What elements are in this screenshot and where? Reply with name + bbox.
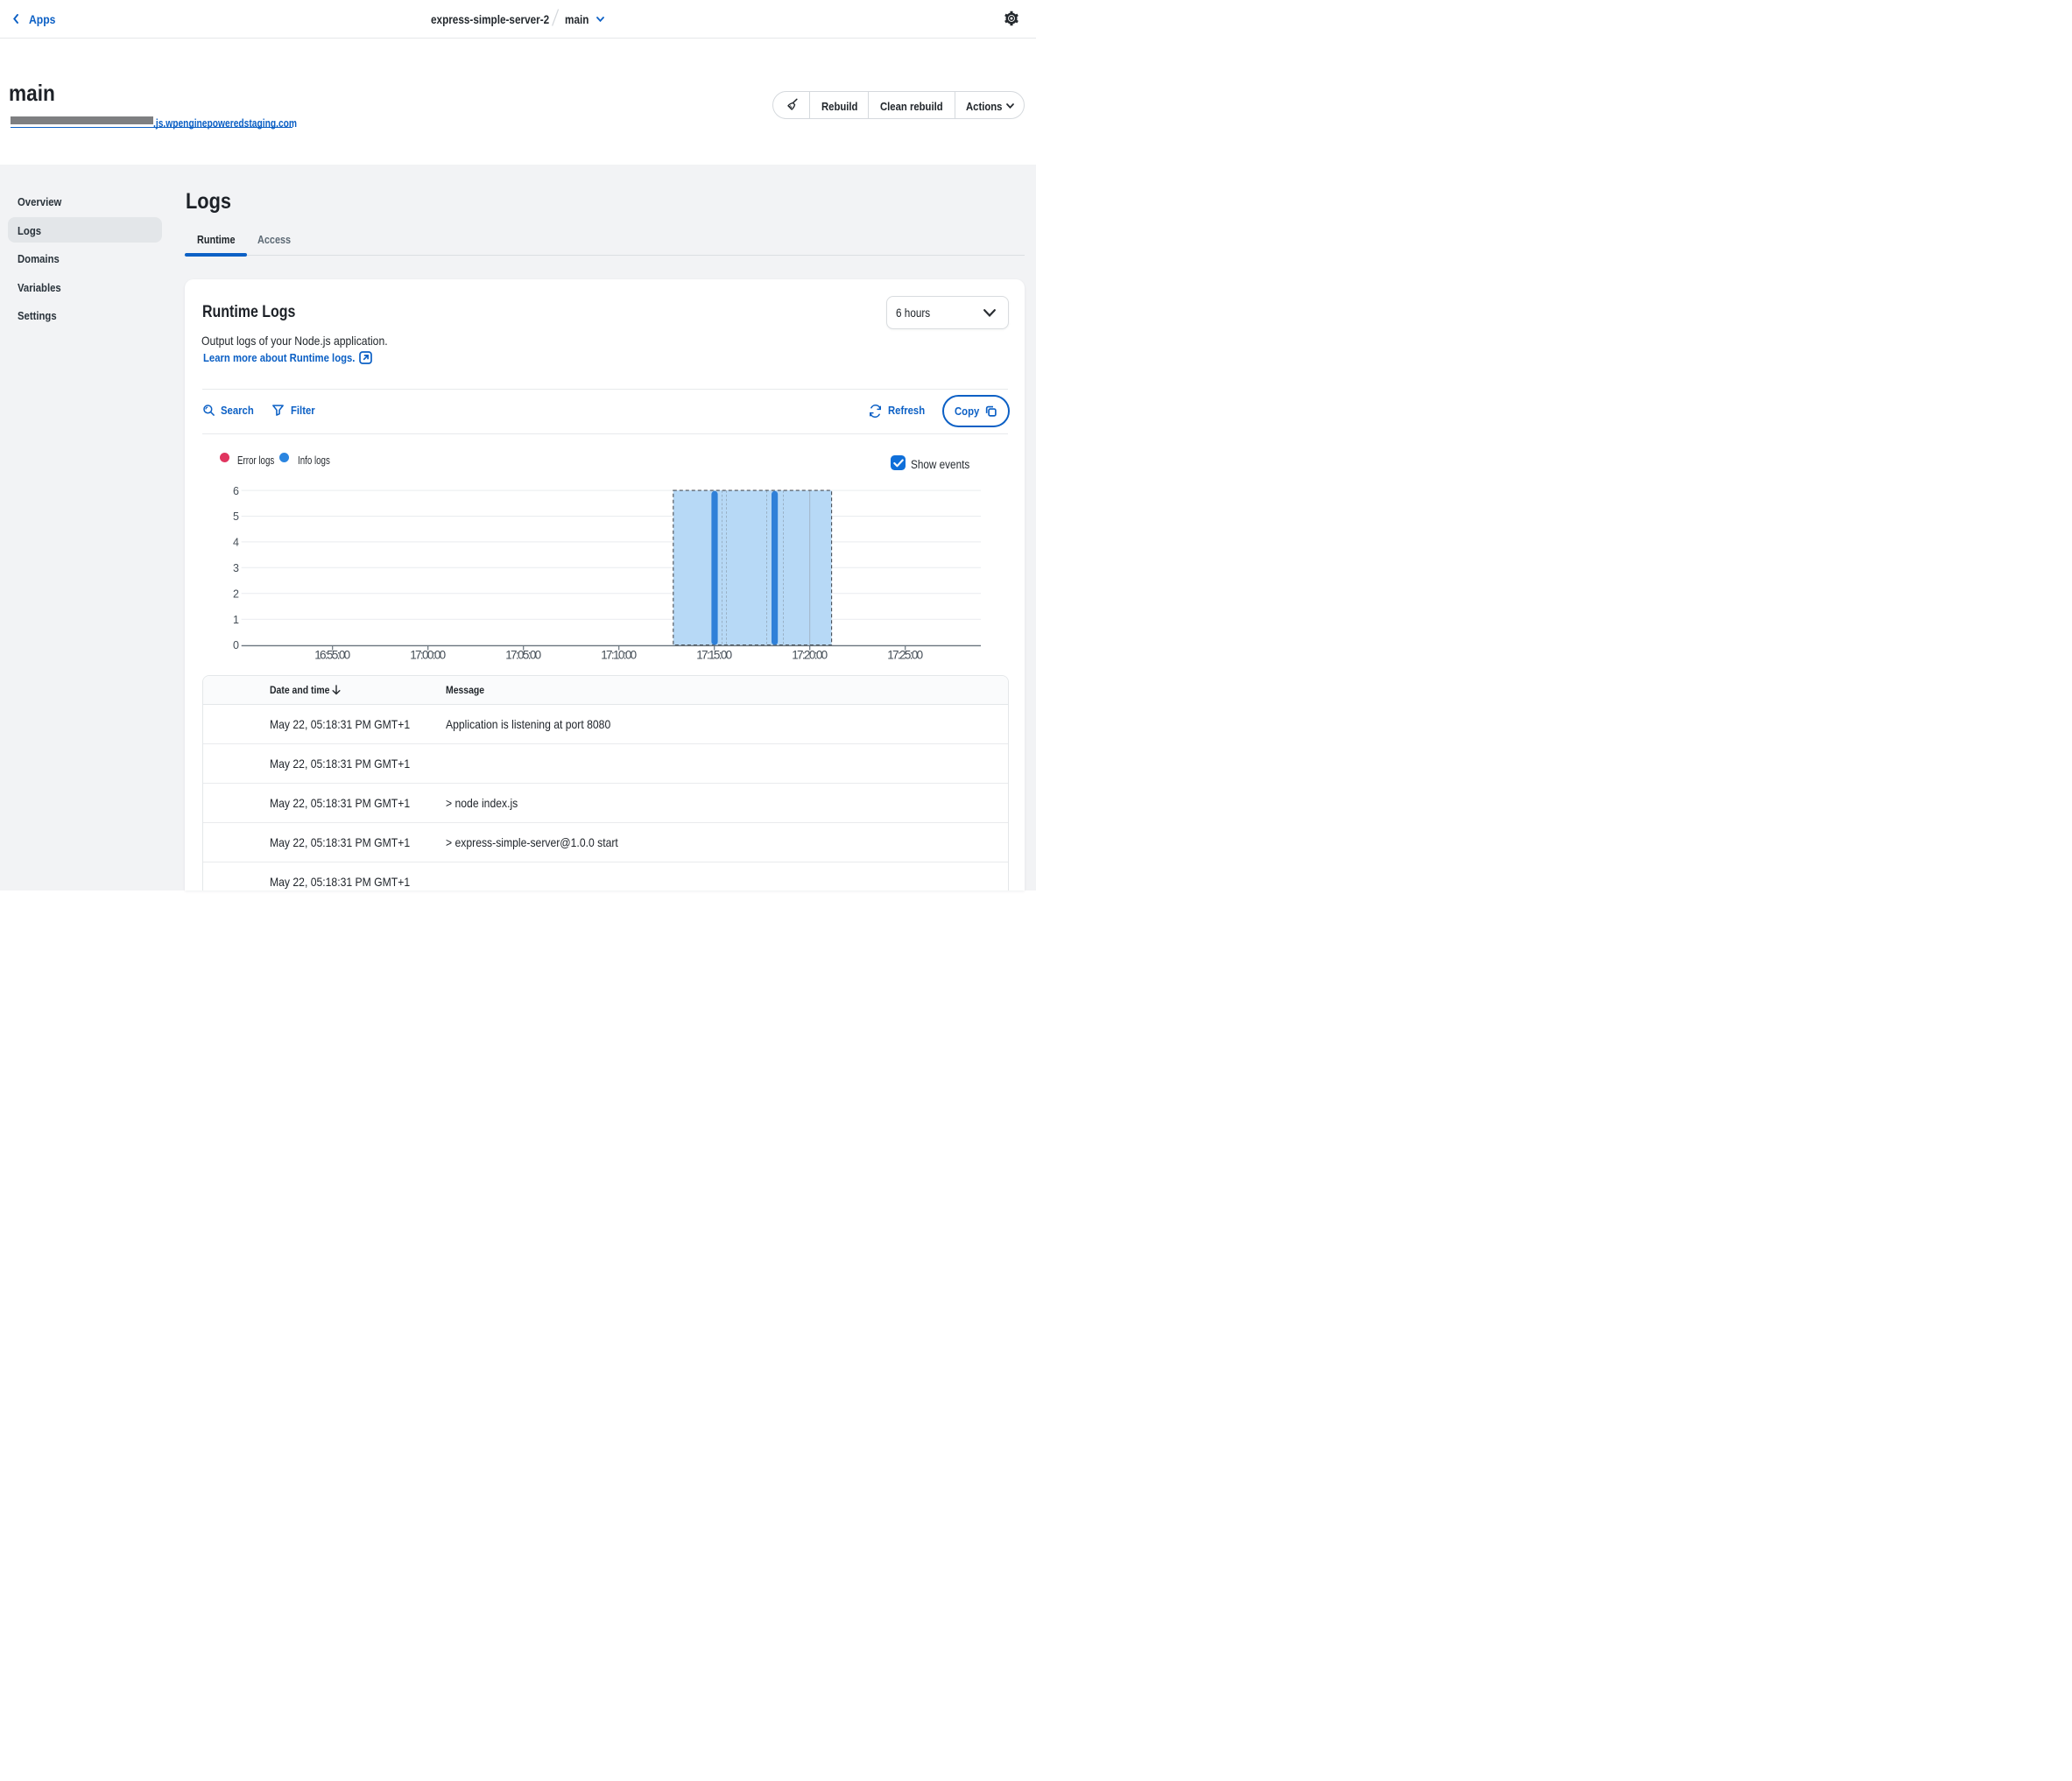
- svg-text:3: 3: [233, 562, 239, 574]
- svg-text:6: 6: [233, 485, 239, 497]
- svg-text:17:25:00: 17:25:00: [887, 649, 923, 662]
- svg-text:0: 0: [233, 639, 239, 651]
- svg-text:16:55:00: 16:55:00: [314, 649, 350, 662]
- svg-text:1: 1: [233, 614, 239, 626]
- svg-text:2: 2: [233, 588, 239, 600]
- svg-text:17:20:00: 17:20:00: [792, 649, 828, 662]
- svg-text:17:05:00: 17:05:00: [505, 649, 541, 662]
- svg-text:4: 4: [233, 537, 239, 549]
- svg-text:17:15:00: 17:15:00: [696, 649, 732, 662]
- svg-text:5: 5: [233, 510, 239, 523]
- svg-text:17:10:00: 17:10:00: [601, 649, 637, 662]
- svg-text:17:00:00: 17:00:00: [410, 649, 446, 662]
